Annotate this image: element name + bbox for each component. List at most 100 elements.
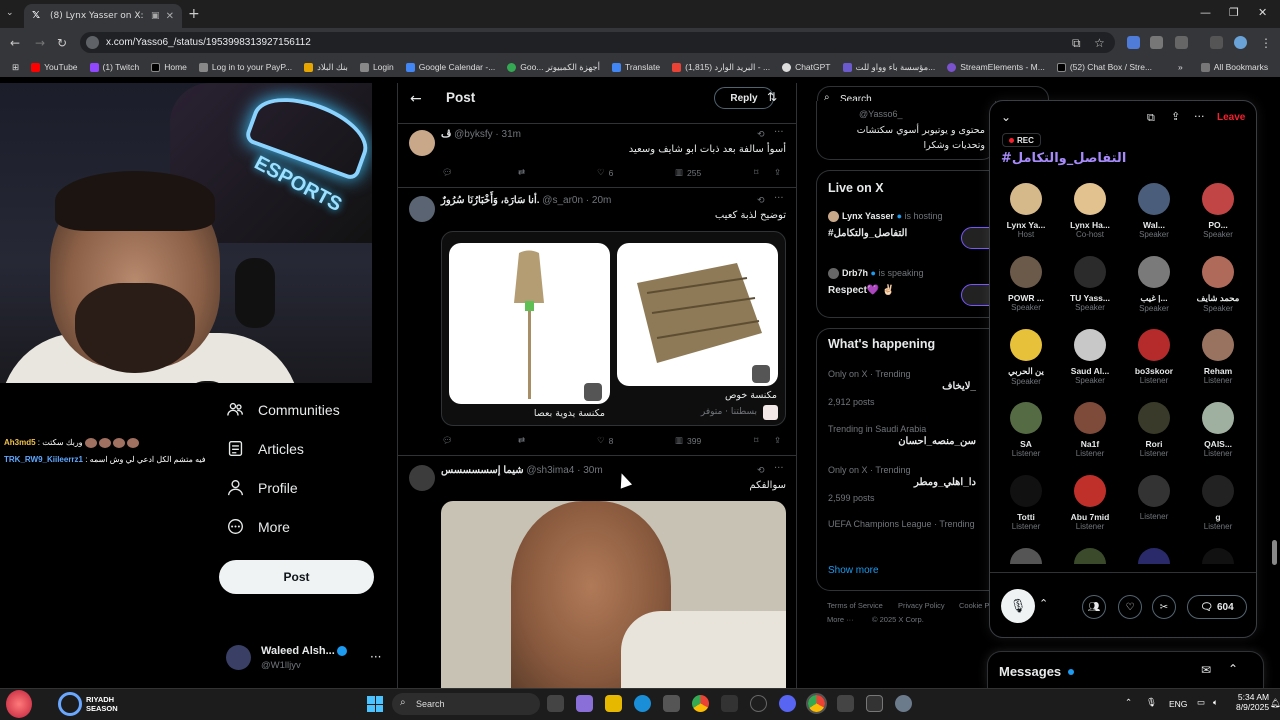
reading-list-icon[interactable]	[1210, 36, 1223, 49]
tray-mic-icon[interactable]: 🎙︎	[1146, 697, 1157, 708]
maximize-button[interactable]: ❐	[1229, 6, 1239, 19]
sort-replies-icon[interactable]: ⇅	[767, 90, 777, 104]
bookmark-x-home[interactable]: Home	[145, 62, 193, 72]
extensions-puzzle-icon[interactable]	[1175, 36, 1188, 49]
participant[interactable]: g Listener	[1186, 475, 1250, 531]
more-bookmarks-icon[interactable]: »	[1172, 62, 1189, 72]
app-icon[interactable]	[837, 695, 854, 712]
bookmark-foundation[interactable]: مؤسسة باء وواو للت...	[837, 62, 942, 73]
file-explorer-icon[interactable]	[605, 695, 622, 712]
participant[interactable]: PO... Speaker	[1186, 183, 1250, 239]
browser-tab[interactable]: 𝕏 (8) Lynx Yasser on X: "https: ▣ ✕	[24, 4, 182, 28]
tweet-more-icon[interactable]: ···	[774, 193, 784, 204]
windows-start-icon[interactable]	[367, 696, 383, 712]
tab-list-button[interactable]: ⌄	[6, 8, 14, 18]
new-tab-button[interactable]: +	[188, 6, 200, 22]
messages-drawer[interactable]: Messages ✉ ⌃	[987, 651, 1264, 688]
participant[interactable]: QAIS... Listener	[1186, 402, 1250, 458]
product-card[interactable]: مكنسة يدوية بعصا مكنسة خوص بسطتنا · متوف…	[441, 231, 786, 426]
tweet-media-image[interactable]	[441, 501, 786, 688]
reload-icon[interactable]: ↻	[57, 36, 67, 50]
clip-icon[interactable]: ✂	[1152, 595, 1176, 619]
mic-icon[interactable]: 🎙︎	[1001, 589, 1035, 623]
participant[interactable]: Reham Listener	[1186, 329, 1250, 385]
clock[interactable]: 5:34 AM 8/9/2025	[1236, 692, 1269, 712]
close-tab-icon[interactable]: ✕	[166, 11, 174, 22]
install-icon[interactable]: ⧉	[1072, 36, 1081, 51]
participant[interactable]: Na1f Listener	[1058, 402, 1122, 458]
bookmark-streamelements[interactable]: StreamElements - M...	[941, 62, 1051, 72]
show-more-link[interactable]: Show more	[828, 565, 879, 576]
footer-terms[interactable]: Terms of Service	[827, 601, 883, 610]
app-icon[interactable]	[721, 695, 738, 712]
site-info-icon[interactable]	[86, 36, 99, 49]
settings-gear-icon[interactable]	[895, 695, 912, 712]
bookmark-twitch[interactable]: (1) Twitch	[84, 62, 146, 72]
share-space-icon[interactable]: ⇪	[1171, 110, 1180, 123]
share-icon[interactable]: ⇪	[774, 167, 781, 178]
collapse-icon[interactable]: ⌄	[1001, 110, 1011, 124]
retweet-icon[interactable]: ⇄	[518, 435, 525, 446]
edge-icon[interactable]	[634, 695, 651, 712]
taskbar-search[interactable]: Search	[392, 693, 540, 715]
volume-icon[interactable]: 🔈︎	[1213, 697, 1218, 708]
reply-button[interactable]: Reply	[714, 87, 774, 109]
bookmark-star-icon[interactable]: ☆	[1094, 36, 1105, 50]
trend-topic[interactable]: _لايخاف	[942, 381, 976, 392]
extension-icon[interactable]	[1127, 36, 1140, 49]
participant-avatar[interactable]	[1010, 548, 1042, 564]
discord-icon[interactable]	[779, 695, 796, 712]
notification-icon[interactable]: 🔔︎	[1270, 698, 1280, 709]
tweet-more-icon[interactable]: ···	[774, 127, 784, 138]
participant-avatar[interactable]	[1074, 548, 1106, 564]
bookmark-bank[interactable]: بنك البلاد	[298, 62, 354, 73]
minimize-button[interactable]: —	[1200, 6, 1211, 19]
bookmark-youtube[interactable]: YouTube	[25, 62, 83, 72]
product-image-broom[interactable]	[449, 243, 610, 404]
footer-privacy[interactable]: Privacy Policy	[898, 601, 945, 610]
tweet-avatar[interactable]	[409, 465, 435, 491]
bookmark-chatgpt[interactable]: ChatGPT	[776, 62, 836, 72]
bookmark-login[interactable]: Login	[354, 62, 400, 72]
bookmark-icon[interactable]: ⌑	[754, 435, 758, 446]
forward-icon[interactable]: →	[35, 36, 45, 50]
task-view-icon[interactable]	[547, 695, 564, 712]
copilot-icon[interactable]	[576, 695, 593, 712]
views-button[interactable]: ▥ 399	[675, 435, 701, 446]
new-message-icon[interactable]: ✉	[1201, 663, 1211, 677]
participant[interactable]: TU Yass... Speaker	[1058, 256, 1122, 312]
bookmark-translate[interactable]: Translate	[606, 62, 666, 72]
participant[interactable]: Lynx Ya... Host	[994, 183, 1058, 239]
obs-icon[interactable]	[750, 695, 767, 712]
grok-icon[interactable]: ⟲	[757, 466, 765, 476]
profile-avatar-icon[interactable]	[1234, 36, 1247, 49]
participant[interactable]: ين الحربي Speaker	[994, 329, 1058, 386]
product-image-palm-broom[interactable]	[617, 243, 778, 386]
account-avatar[interactable]	[226, 645, 251, 670]
scrollbar-thumb[interactable]	[1272, 540, 1277, 565]
participant[interactable]: Totti Listener	[994, 475, 1058, 531]
expand-icon[interactable]: ⌃	[1228, 662, 1238, 676]
extension-icon[interactable]	[1150, 36, 1163, 49]
retweet-icon[interactable]: ⇄	[518, 167, 525, 178]
reply-icon[interactable]: 💬︎	[442, 435, 453, 446]
bookmark-google[interactable]: Goo... أجهزة الكمبيوتر	[501, 62, 606, 73]
footer-more[interactable]: More ···	[827, 615, 854, 624]
bookmark-calendar[interactable]: Google Calendar -...	[400, 62, 502, 72]
like-button[interactable]: ♡ 6	[597, 167, 613, 178]
minimize-space-icon[interactable]: ⧉	[1147, 111, 1155, 125]
participant[interactable]: Abu 7mid Listener	[1058, 475, 1122, 531]
nav-communities[interactable]: Communities	[227, 401, 340, 418]
apps-icon[interactable]: ⊞	[6, 62, 25, 73]
participant[interactable]: SA Listener	[994, 402, 1058, 458]
all-bookmarks[interactable]: All Bookmarks	[1195, 62, 1274, 72]
trend-topic[interactable]: سن_منصه_احسان	[898, 436, 976, 447]
menu-icon[interactable]: ⋮	[1260, 36, 1272, 50]
bookmark-paypal[interactable]: Log in to your PayP...	[193, 62, 298, 72]
tray-chevron-icon[interactable]: ⌃	[1125, 697, 1132, 708]
grok-icon[interactable]: ⟲	[757, 130, 765, 140]
participant[interactable]: POWR ... Speaker	[994, 256, 1058, 312]
space-more-icon[interactable]: ···	[1194, 110, 1205, 123]
live-space-title[interactable]: Respect💜 ✌🏻	[828, 285, 895, 296]
like-button[interactable]: ♡ 8	[597, 435, 613, 446]
